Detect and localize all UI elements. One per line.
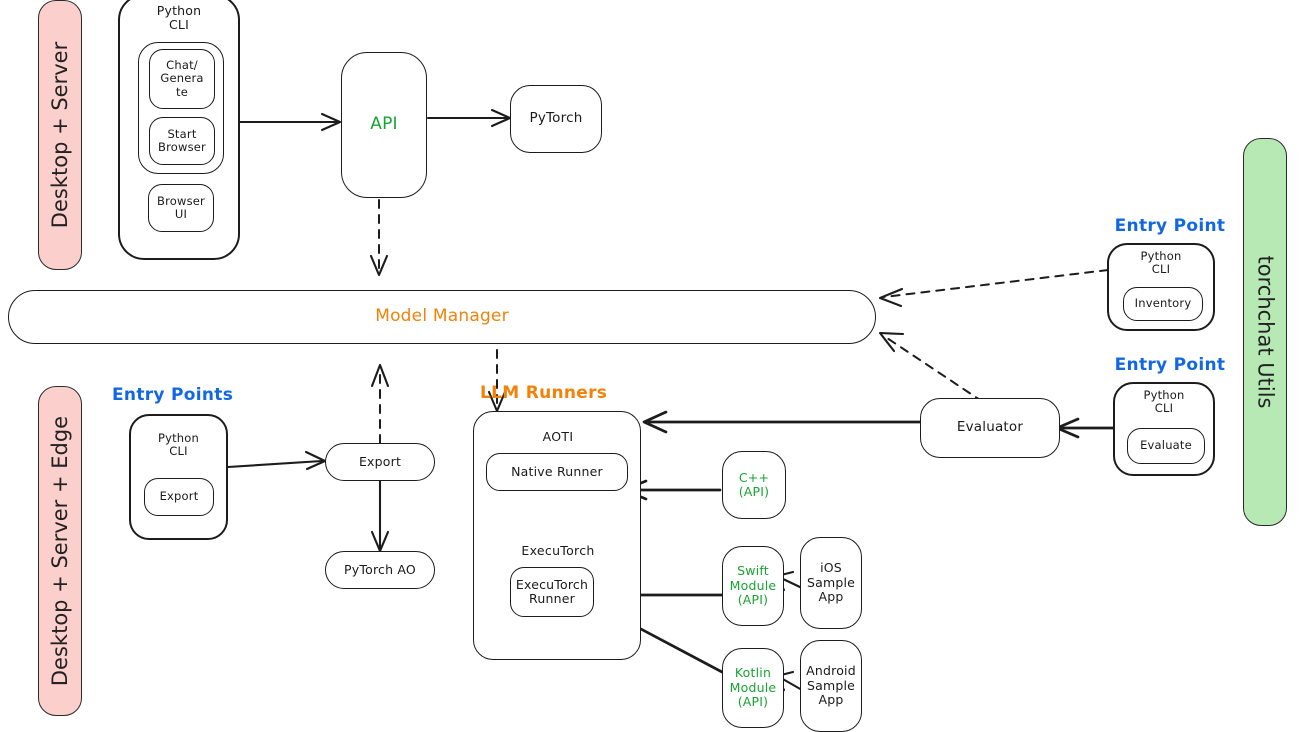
- pytorch-label: PyTorch: [529, 110, 583, 127]
- executorch-caption: ExecuTorch: [521, 543, 595, 558]
- kotlin-module-label: Kotlin Module (API): [729, 665, 777, 710]
- python-cli-export-group[interactable]: Python CLI Export: [129, 414, 228, 540]
- browser-ui-label: Browser UI: [156, 193, 205, 221]
- swift-module-box[interactable]: Swift Module (API): [722, 546, 784, 626]
- native-runner-label: Native Runner: [511, 463, 603, 479]
- pytorch-ao-box[interactable]: PyTorch AO: [325, 551, 435, 589]
- api-box[interactable]: API: [341, 52, 427, 198]
- inventory-box[interactable]: Inventory: [1123, 287, 1203, 321]
- band-torchchat-utils-label: torchchat Utils: [1253, 255, 1277, 409]
- ios-sample-app-label: iOS Sample App: [806, 560, 856, 605]
- native-runner-box[interactable]: Native Runner: [486, 453, 628, 491]
- entry-point-inventory-caption: Entry Point: [1114, 216, 1226, 236]
- python-cli-top-inner-group: Chat/ Genera te Start Browser: [138, 42, 224, 174]
- python-cli-evaluate-label: Python CLI: [1143, 388, 1185, 416]
- export-label: Export: [358, 453, 402, 469]
- kotlin-module-box[interactable]: Kotlin Module (API): [722, 648, 784, 728]
- chat-generate-box[interactable]: Chat/ Genera te: [149, 49, 215, 109]
- evaluate-box[interactable]: Evaluate: [1127, 428, 1205, 464]
- export-box[interactable]: Export: [325, 443, 435, 481]
- cpp-api-label: C++ (API): [738, 469, 770, 499]
- entry-points-left-caption: Entry Points: [112, 385, 234, 405]
- python-cli-top-group[interactable]: Python CLI Chat/ Genera te Start Browser…: [118, 0, 240, 260]
- android-sample-app-box[interactable]: Android Sample App: [800, 640, 862, 732]
- pytorch-box[interactable]: PyTorch: [510, 85, 602, 153]
- llm-runners-group[interactable]: AOTI Native Runner ExecuTorch ExecuTorch…: [473, 411, 641, 660]
- model-manager-label: Model Manager: [375, 306, 509, 327]
- api-label: API: [370, 114, 398, 135]
- model-manager-box[interactable]: Model Manager: [8, 290, 876, 344]
- export-inner-label: Export: [159, 489, 199, 504]
- export-inner-box[interactable]: Export: [144, 478, 214, 516]
- llm-runners-caption: LLM Runners: [480, 383, 608, 403]
- browser-ui-box[interactable]: Browser UI: [148, 184, 214, 232]
- band-desktop-server: Desktop + Server: [38, 0, 82, 270]
- executorch-runner-label: ExecuTorch Runner: [515, 576, 589, 606]
- android-sample-app-label: Android Sample App: [806, 663, 856, 708]
- band-desktop-server-edge: Desktop + Server + Edge: [38, 386, 82, 716]
- band-desktop-server-edge-label: Desktop + Server + Edge: [48, 415, 72, 687]
- python-cli-inventory-group[interactable]: Python CLI Inventory: [1107, 243, 1215, 331]
- python-cli-top-label: Python CLI: [156, 3, 202, 33]
- evaluator-label: Evaluator: [956, 419, 1024, 436]
- evaluate-label: Evaluate: [1140, 438, 1192, 453]
- ios-sample-app-box[interactable]: iOS Sample App: [800, 537, 862, 629]
- diagram-canvas: Desktop + Server Desktop + Server + Edge…: [0, 0, 1300, 732]
- start-browser-label: Start Browser: [157, 126, 206, 154]
- swift-module-label: Swift Module (API): [729, 563, 777, 608]
- executorch-runner-box[interactable]: ExecuTorch Runner: [510, 567, 594, 617]
- python-cli-export-label: Python CLI: [157, 431, 200, 459]
- evaluator-box[interactable]: Evaluator: [920, 398, 1060, 458]
- pytorch-ao-label: PyTorch AO: [344, 561, 416, 577]
- inventory-label: Inventory: [1134, 296, 1192, 311]
- band-desktop-server-label: Desktop + Server: [48, 41, 73, 229]
- band-torchchat-utils: torchchat Utils: [1243, 138, 1287, 526]
- entry-point-evaluate-caption: Entry Point: [1114, 355, 1226, 375]
- aoti-caption: AOTI: [542, 429, 574, 444]
- python-cli-inventory-label: Python CLI: [1140, 249, 1182, 277]
- python-cli-evaluate-group[interactable]: Python CLI Evaluate: [1113, 382, 1215, 476]
- cpp-api-box[interactable]: C++ (API): [722, 451, 786, 519]
- chat-generate-label: Chat/ Genera te: [160, 58, 204, 99]
- start-browser-box[interactable]: Start Browser: [149, 117, 215, 165]
